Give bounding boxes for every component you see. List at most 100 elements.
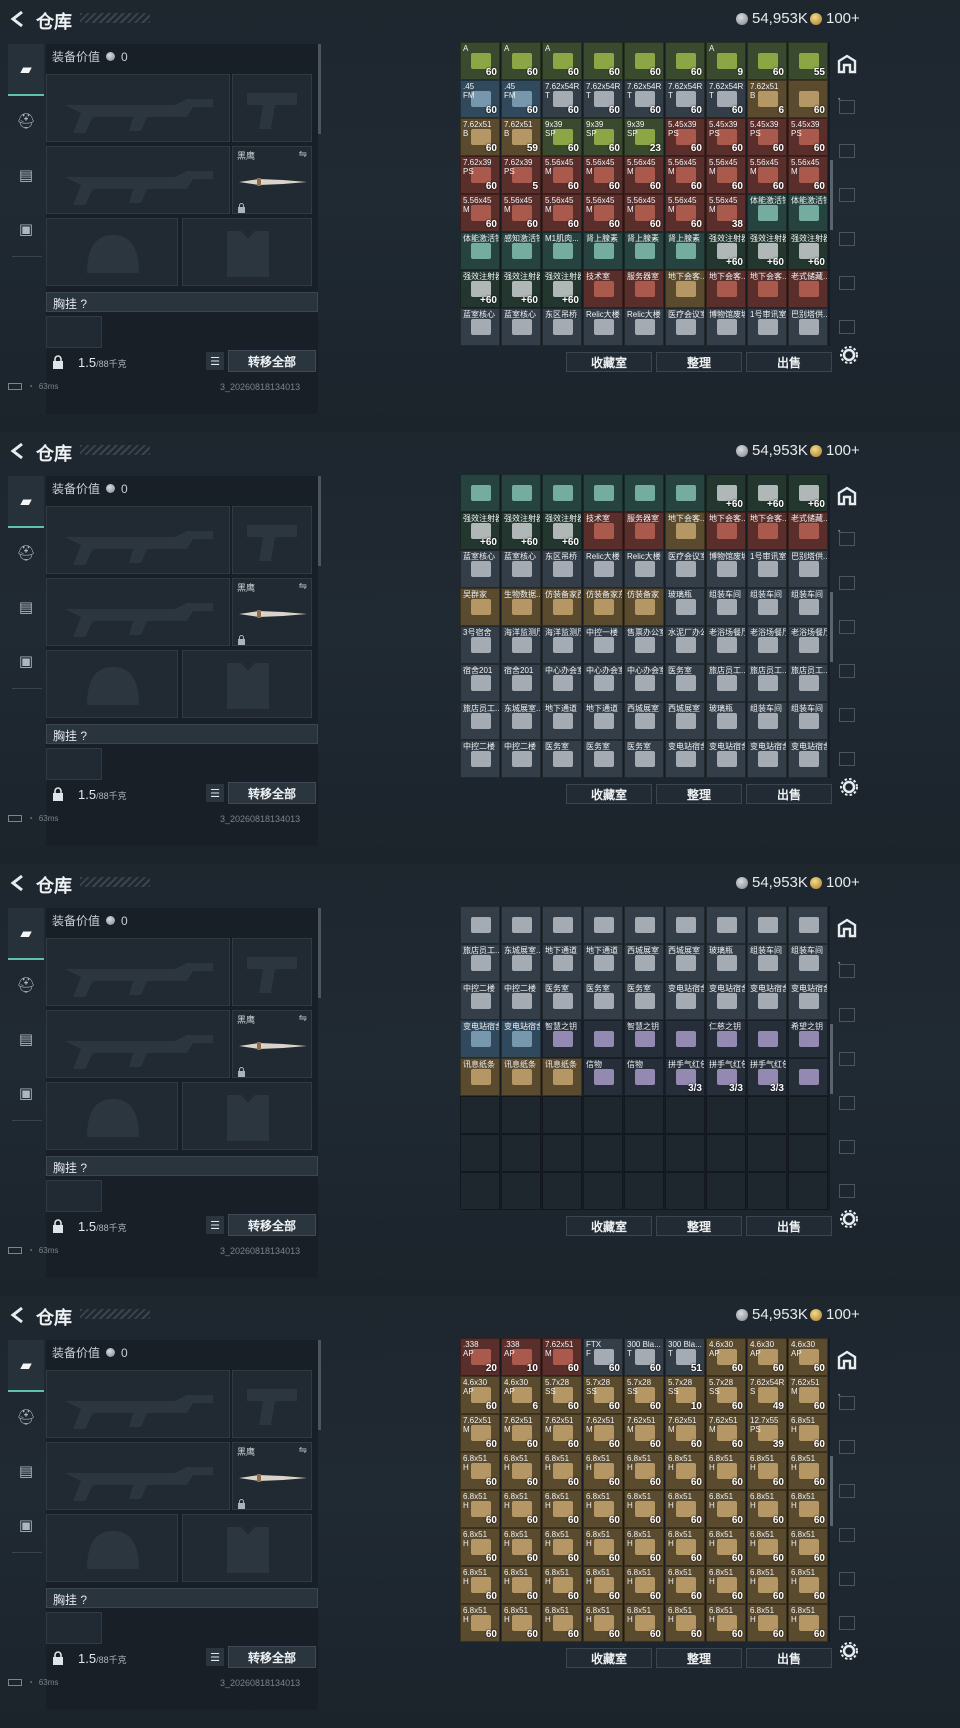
pistol-slot[interactable] xyxy=(232,938,312,1006)
inventory-cell[interactable]: 旅店员工... xyxy=(706,664,746,702)
storage-tab-5[interactable] xyxy=(836,1136,858,1158)
inventory-cell[interactable]: 信物 xyxy=(624,1058,664,1096)
swap-icon[interactable]: ⇋ xyxy=(299,149,307,160)
inventory-cell[interactable]: 强效注射器 +60 xyxy=(501,270,541,308)
inventory-cell[interactable] xyxy=(460,906,500,944)
inventory-cell[interactable]: 5.56x45 M 60 xyxy=(624,156,664,194)
home-tab-icon[interactable] xyxy=(836,1350,858,1370)
inventory-cell[interactable]: 变电站宿舍 xyxy=(706,740,746,778)
collection-button[interactable]: 收藏室 xyxy=(566,1216,652,1236)
inventory-cell[interactable]: 1号审讯室 xyxy=(747,550,787,588)
nav-clipboard[interactable]: ▤ xyxy=(8,150,44,200)
inventory-cell[interactable] xyxy=(501,474,541,512)
inventory-cell[interactable]: 60 xyxy=(665,42,705,80)
storage-tab-1[interactable]: ▪ xyxy=(836,528,858,550)
storage-tab-3[interactable] xyxy=(836,184,858,206)
inventory-cell[interactable]: 宿舍201 xyxy=(460,664,500,702)
inventory-cell[interactable]: 5.56x45 M 60 xyxy=(501,194,541,232)
home-tab-icon[interactable] xyxy=(836,486,858,506)
inventory-cell[interactable]: 医务室 xyxy=(583,740,623,778)
inventory-cell[interactable]: 7.62x51 M 60 xyxy=(460,1414,500,1452)
inventory-cell[interactable]: 中控二楼 xyxy=(501,740,541,778)
inventory-cell[interactable]: 6.8x51 H 60 xyxy=(501,1490,541,1528)
gold-currency[interactable]: 100+ xyxy=(810,10,860,27)
inventory-cell[interactable]: 300 Bla... T 51 xyxy=(665,1338,705,1376)
inventory-cell[interactable]: 肾上腺素 xyxy=(624,232,664,270)
inventory-cell[interactable]: 5.56x45 M 60 xyxy=(583,156,623,194)
storage-tab-3[interactable] xyxy=(836,1480,858,1502)
organize-button[interactable]: 整理 xyxy=(656,352,742,372)
inventory-cell[interactable] xyxy=(583,906,623,944)
inventory-cell[interactable]: 6.8x51 H 60 xyxy=(706,1566,746,1604)
inventory-cell[interactable] xyxy=(665,474,705,512)
inventory-cell[interactable]: 感知激活针 xyxy=(501,232,541,270)
inventory-cell[interactable]: 4.6x30 AP 60 xyxy=(788,1338,828,1376)
inventory-cell[interactable]: 西城展室 xyxy=(624,944,664,982)
storage-tab-2[interactable] xyxy=(836,1436,858,1458)
list-icon[interactable]: ☰ xyxy=(206,784,224,802)
inventory-cell[interactable]: 5.56x45 M 60 xyxy=(460,194,500,232)
organize-button[interactable]: 整理 xyxy=(656,1648,742,1668)
inventory-cell[interactable]: 6.8x51 H 60 xyxy=(624,1566,664,1604)
inventory-cell[interactable]: 巴别塔供... xyxy=(788,550,828,588)
helmet-slot[interactable] xyxy=(46,1514,178,1582)
inventory-cell[interactable]: 60 xyxy=(788,80,828,118)
inventory-cell[interactable]: 蓝室核心 xyxy=(460,308,500,346)
home-tab-icon[interactable] xyxy=(836,54,858,74)
inventory-cell[interactable]: 强效注射器 +60 xyxy=(542,512,582,550)
nav-armor[interactable]: ⛑ xyxy=(8,1392,44,1442)
inventory-cell[interactable]: 拼手气红包 3/3 xyxy=(747,1058,787,1096)
inventory-cell[interactable]: 5.45x39 PS 60 xyxy=(747,118,787,156)
storage-tab-5[interactable] xyxy=(836,272,858,294)
primary-weapon-slot[interactable] xyxy=(46,938,230,1006)
inventory-cell[interactable]: 6.8x51 H 60 xyxy=(501,1604,541,1642)
inventory-cell[interactable]: Relic大楼 xyxy=(624,308,664,346)
inventory-cell[interactable] xyxy=(583,474,623,512)
organize-button[interactable]: 整理 xyxy=(656,1216,742,1236)
inventory-cell[interactable]: 7.62x54R T 60 xyxy=(706,80,746,118)
inventory-cell[interactable]: 7.62x54R T 60 xyxy=(624,80,664,118)
inventory-cell[interactable]: 蓝室核心 xyxy=(501,550,541,588)
inventory-cell[interactable]: 7.62x54R T 60 xyxy=(542,80,582,118)
inventory-cell[interactable]: 6.8x51 H 60 xyxy=(788,1528,828,1566)
inventory-cell[interactable]: 地下通道 xyxy=(542,702,582,740)
inventory-cell[interactable]: Relic大楼 xyxy=(624,550,664,588)
inventory-cell[interactable]: 6.8x51 H 60 xyxy=(501,1566,541,1604)
inventory-cell[interactable]: 医疗会议室 xyxy=(665,550,705,588)
inventory-cell[interactable]: 希望之钥 xyxy=(788,1020,828,1058)
inventory-cell[interactable]: 组装车间 xyxy=(706,588,746,626)
inventory-cell[interactable]: 6.8x51 H 60 xyxy=(624,1452,664,1490)
gear-icon[interactable] xyxy=(840,1210,858,1228)
inventory-cell[interactable]: M1肌肉... xyxy=(542,232,582,270)
inventory-cell[interactable]: 300 Bla... T 60 xyxy=(624,1338,664,1376)
inventory-cell[interactable]: 中心办会室 xyxy=(624,664,664,702)
storage-tab-1[interactable]: ▪ xyxy=(836,960,858,982)
inventory-cell[interactable]: 变电站宿舍 xyxy=(747,740,787,778)
nav-clipboard[interactable]: ▤ xyxy=(8,1014,44,1064)
inventory-cell[interactable]: 6.8x51 H 60 xyxy=(788,1566,828,1604)
inventory-cell[interactable]: 变电站宿舍 xyxy=(501,1020,541,1058)
inventory-cell[interactable]: 6.8x51 H 60 xyxy=(706,1490,746,1528)
gold-currency[interactable]: 100+ xyxy=(810,442,860,459)
inventory-cell[interactable]: 6.8x51 H 60 xyxy=(665,1490,705,1528)
inventory-cell[interactable]: 4.6x30 AP 6 xyxy=(501,1376,541,1414)
inventory-cell[interactable]: 7.62x51 M 60 xyxy=(706,1414,746,1452)
inventory-cell[interactable]: 6.8x51 H 60 xyxy=(542,1604,582,1642)
inventory-cell[interactable]: A 60 xyxy=(542,42,582,80)
inventory-cell[interactable]: 售票办公室 xyxy=(624,626,664,664)
inventory-cell[interactable]: 7.62x51 M 60 xyxy=(501,1414,541,1452)
sell-button[interactable]: 出售 xyxy=(746,1648,832,1668)
inventory-cell[interactable]: 玻璃瓶 xyxy=(665,588,705,626)
inventory-cell[interactable]: A 60 xyxy=(501,42,541,80)
inventory-cell[interactable]: 旅店员工... xyxy=(460,944,500,982)
secondary-weapon-slot[interactable] xyxy=(46,578,230,646)
inventory-cell[interactable]: 6.8x51 H 60 xyxy=(706,1604,746,1642)
nav-briefcase[interactable]: ▣ xyxy=(8,1500,44,1550)
inventory-cell[interactable]: 东城展室... xyxy=(501,944,541,982)
organize-button[interactable]: 整理 xyxy=(656,784,742,804)
storage-tab-5[interactable] xyxy=(836,704,858,726)
inventory-cell[interactable]: 7.62x39 PS 60 xyxy=(460,156,500,194)
inventory-cell[interactable]: 地下通道 xyxy=(542,944,582,982)
inventory-cell[interactable]: 地下会客... xyxy=(665,270,705,308)
inventory-cell[interactable]: 东区吊桥 xyxy=(542,550,582,588)
